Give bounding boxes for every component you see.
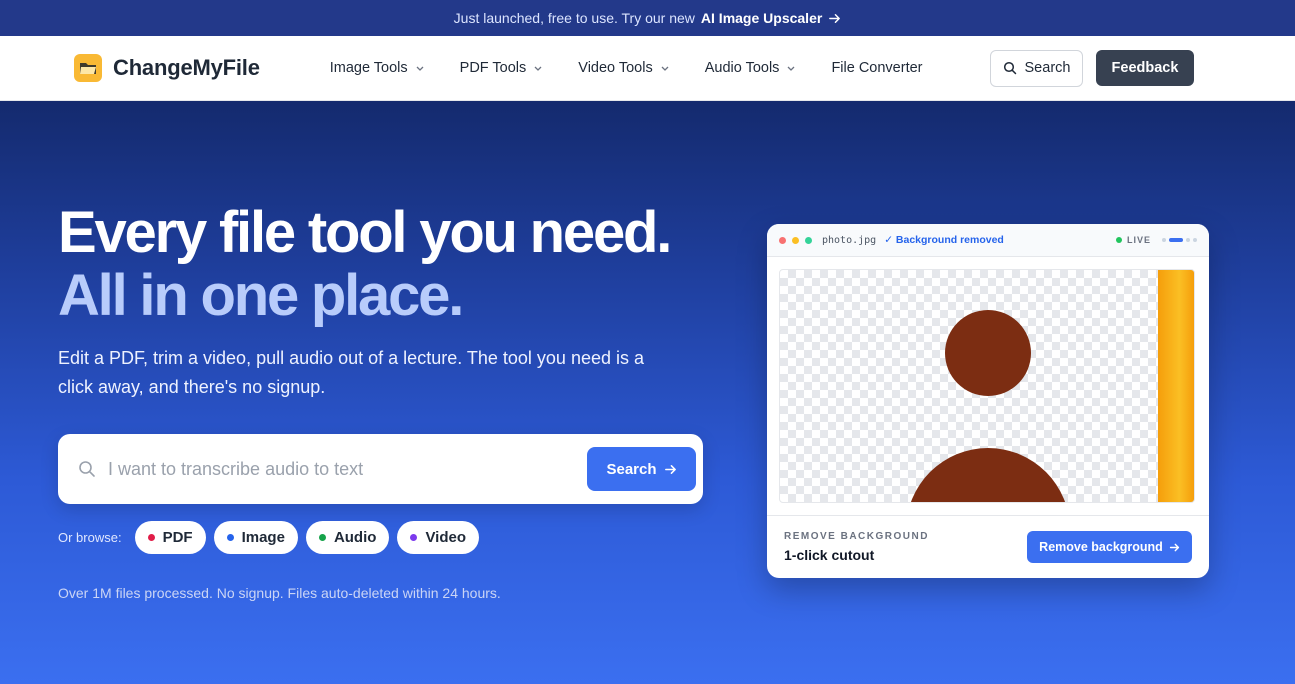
live-label: LIVE: [1126, 235, 1151, 245]
preview-card-caption: REMOVE BACKGROUND 1-click cutout: [784, 531, 929, 563]
category-dot: [410, 534, 418, 541]
tool-search-button[interactable]: Search: [587, 447, 696, 491]
footer-kicker: REMOVE BACKGROUND: [784, 531, 929, 542]
menu-label: File Converter: [831, 60, 923, 76]
search-icon: [1003, 61, 1016, 75]
slide-dot-active: [1169, 238, 1183, 242]
remove-background-button[interactable]: Remove background: [1027, 531, 1192, 563]
menu-label: PDF Tools: [459, 60, 527, 76]
preview-status: ✓ Background removed: [884, 234, 1004, 246]
preview-filename: photo.jpg: [822, 234, 877, 246]
hero-section: Every file tool you need. All in one pla…: [0, 101, 1295, 684]
pill-label: PDF: [162, 529, 193, 546]
cutout-preview-image: [779, 269, 1195, 503]
preview-card-footer: REMOVE BACKGROUND 1-click cutout Remove …: [767, 515, 1209, 578]
menu-label: Video Tools: [578, 60, 653, 76]
slide-dot: [1186, 238, 1190, 242]
banner-link[interactable]: AI Image Upscaler: [701, 10, 841, 26]
announcement-banner: Just launched, free to use. Try our new …: [0, 0, 1295, 36]
brand-name: ChangeMyFile: [113, 55, 260, 80]
folder-icon: [74, 54, 102, 82]
window-dot-green: [805, 236, 812, 244]
remove-background-label: Remove background: [1039, 540, 1163, 554]
chevron-down-icon: [787, 66, 795, 71]
category-dot: [147, 534, 155, 541]
menu-pdf-tools[interactable]: PDF Tools: [460, 60, 544, 76]
browse-pill-video[interactable]: Video: [397, 521, 480, 554]
pill-label: Audio: [333, 529, 377, 546]
menu-label: Image Tools: [329, 60, 408, 76]
tool-search-button-label: Search: [606, 460, 657, 478]
nav-search-button[interactable]: Search: [990, 49, 1083, 87]
window-dot-red: [779, 236, 786, 244]
banner-text: Just launched, free to use. Try our new: [453, 10, 695, 26]
feedback-button[interactable]: Feedback: [1096, 50, 1194, 86]
arrow-right-icon: [829, 13, 841, 23]
nav-actions: Search Feedback: [990, 49, 1194, 87]
menu-label: Audio Tools: [704, 60, 780, 76]
subject-body: [906, 448, 1070, 502]
menu-video-tools[interactable]: Video Tools: [578, 60, 669, 76]
chevron-down-icon: [416, 66, 424, 71]
menu-image-tools[interactable]: Image Tools: [330, 60, 425, 76]
hero-headline: Every file tool you need. All in one pla…: [58, 200, 672, 328]
preview-window-bar: photo.jpg ✓ Background removed LIVE: [767, 224, 1209, 257]
original-background-strip: [1158, 270, 1194, 502]
nav-search-label: Search: [1024, 60, 1071, 76]
headline-line-2: All in one place.: [58, 263, 464, 328]
tool-search-box: Search: [58, 434, 703, 504]
category-dot: [226, 534, 234, 541]
category-dot: [318, 534, 326, 541]
slide-dot: [1193, 238, 1197, 242]
main-menu: Image Tools PDF Tools Video Tools Audio …: [330, 60, 958, 76]
menu-file-converter[interactable]: File Converter: [831, 60, 922, 76]
banner-link-label: AI Image Upscaler: [700, 10, 823, 26]
pill-label: Video: [425, 529, 467, 546]
brand-link[interactable]: ChangeMyFile: [74, 54, 260, 82]
browse-pill-pdf[interactable]: PDF: [134, 521, 206, 554]
slide-indicator: [1162, 238, 1197, 242]
chevron-down-icon: [661, 66, 669, 71]
browse-categories: Or browse: PDF Image Audio Video: [58, 521, 480, 554]
subject-head: [945, 310, 1031, 396]
trust-footnote: Over 1M files processed. No signup. File…: [58, 585, 501, 601]
live-indicator: LIVE: [1115, 235, 1151, 245]
preview-card: photo.jpg ✓ Background removed LIVE REMO…: [767, 224, 1209, 578]
browse-label: Or browse:: [58, 530, 122, 545]
arrow-right-icon: [1169, 543, 1179, 551]
headline-line-1: Every file tool you need.: [58, 200, 672, 265]
arrow-right-icon: [664, 464, 676, 474]
tool-search-input[interactable]: [108, 458, 587, 480]
top-nav: ChangeMyFile Image Tools PDF Tools Video…: [0, 36, 1295, 101]
search-icon: [79, 461, 95, 477]
menu-audio-tools[interactable]: Audio Tools: [705, 60, 797, 76]
browse-pill-audio[interactable]: Audio: [305, 521, 390, 554]
window-dot-yellow: [792, 236, 799, 244]
footer-title: 1-click cutout: [784, 547, 875, 563]
hero-subcopy: Edit a PDF, trim a video, pull audio out…: [58, 348, 645, 397]
live-dot: [1115, 237, 1122, 243]
slide-dot: [1162, 238, 1166, 242]
chevron-down-icon: [534, 66, 542, 71]
browse-pill-image[interactable]: Image: [213, 521, 298, 554]
pill-label: Image: [241, 529, 285, 546]
